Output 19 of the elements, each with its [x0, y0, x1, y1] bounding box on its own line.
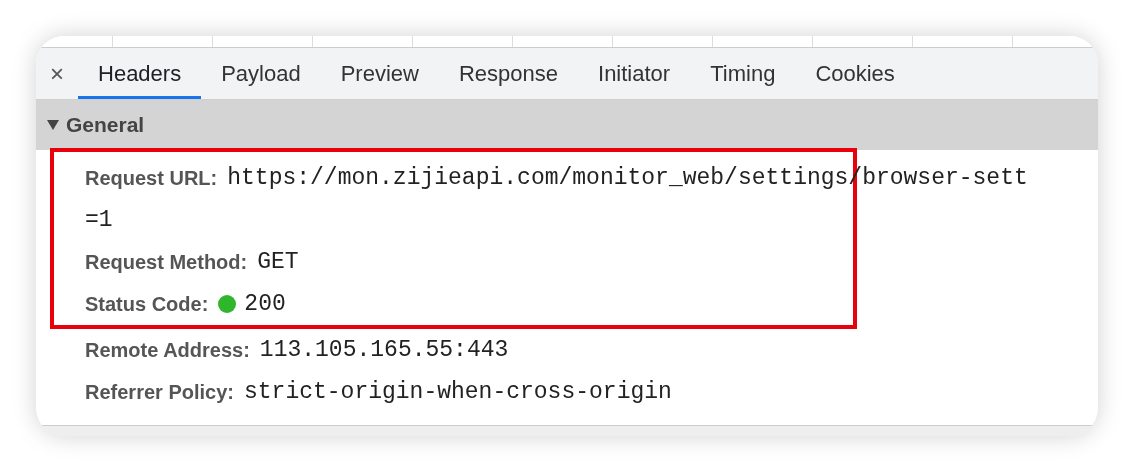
header-label: Status Code:	[85, 292, 209, 316]
tab[interactable]: Payload	[201, 48, 321, 99]
section-header[interactable]: General	[36, 100, 1098, 150]
header-label: Remote Address:	[85, 338, 250, 362]
header-value: 200	[244, 291, 286, 317]
header-value: 113.105.165.55:443	[259, 337, 509, 363]
tab[interactable]: Timing	[690, 48, 796, 99]
header-label: Referrer Policy:	[85, 380, 234, 404]
tab[interactable]: Response	[438, 48, 578, 99]
tab[interactable]: Initiator	[578, 48, 691, 99]
header-value: =1	[85, 207, 113, 233]
tab[interactable]: Preview	[320, 48, 439, 99]
header-value: GET	[257, 249, 299, 275]
tab[interactable]: Cookies	[795, 48, 915, 99]
header-label: Request URL:	[85, 166, 218, 190]
header-label: Request Method:	[85, 250, 248, 274]
header-value: strict-origin-when-cross-origin	[243, 379, 672, 405]
section-title: General	[66, 113, 145, 137]
close-button[interactable]: ×	[36, 48, 78, 99]
